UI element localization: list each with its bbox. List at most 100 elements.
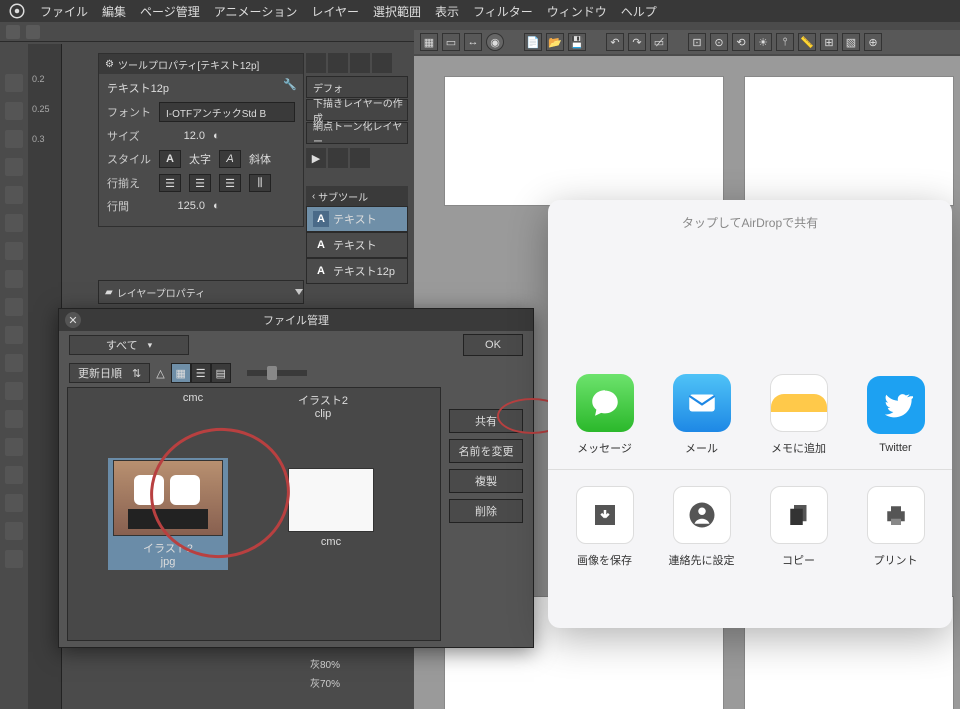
tool-line-icon[interactable] <box>5 466 23 484</box>
align-center-icon[interactable]: ☰ <box>189 174 211 192</box>
tool-pen-icon[interactable] <box>5 186 23 204</box>
save-icon[interactable]: 💾 <box>568 33 586 51</box>
menu-help[interactable]: ヘルプ <box>621 3 657 20</box>
rename-button[interactable]: 名前を変更 <box>449 439 523 463</box>
ok-button[interactable]: OK <box>463 334 523 356</box>
action-print[interactable]: プリント <box>856 486 936 568</box>
clear-icon[interactable]: ▭̸ <box>650 33 668 51</box>
proof-icon[interactable]: ☀ <box>754 33 772 51</box>
align-right-icon[interactable]: ☰ <box>219 174 241 192</box>
chevron-down-icon[interactable] <box>295 289 303 295</box>
bold-button[interactable]: A <box>159 150 181 168</box>
panel-tab-icon[interactable] <box>350 53 370 73</box>
share-app-messages[interactable]: メッセージ <box>565 374 645 456</box>
action-save-image[interactable]: 画像を保存 <box>565 486 645 568</box>
menu-file[interactable]: ファイル <box>40 3 88 20</box>
list-view-icon[interactable]: ☰ <box>191 363 211 383</box>
ruler-icon[interactable]: 📏 <box>798 33 816 51</box>
tool-eraser-icon[interactable] <box>5 242 23 260</box>
canvas-page[interactable] <box>744 76 954 206</box>
airdrop-section[interactable]: タップしてAirDropで共有 <box>548 200 952 360</box>
subtool-item[interactable]: Aテキスト12p <box>306 258 408 284</box>
file-thumb[interactable]: イラスト2 clip <box>288 387 358 420</box>
tool-move-icon[interactable] <box>5 74 23 92</box>
detail-view-icon[interactable]: ▤ <box>211 363 231 383</box>
flip-icon[interactable]: ↔ <box>464 33 482 51</box>
menu-edit[interactable]: 編集 <box>102 3 126 20</box>
stop-icon[interactable] <box>328 148 348 168</box>
play-icon[interactable]: ▶ <box>306 148 326 168</box>
action-item[interactable]: 網点トーン化レイヤー <box>306 122 408 144</box>
menu-view[interactable]: 表示 <box>435 3 459 20</box>
wrench-icon[interactable]: 🔧 <box>283 78 297 91</box>
tone-item[interactable]: 灰80% <box>306 654 406 673</box>
strip-btn[interactable] <box>6 25 20 39</box>
sort-dropdown[interactable]: 更新日順⇅ <box>69 363 150 383</box>
persp-icon[interactable]: ▧ <box>842 33 860 51</box>
strip-btn[interactable] <box>26 25 40 39</box>
share-app-mail[interactable]: メール <box>662 374 742 456</box>
grid-view-icon[interactable]: ▦ <box>171 363 191 383</box>
snap-icon[interactable]: ⫯ <box>776 33 794 51</box>
sort-dir-icon[interactable]: △ <box>156 367 164 380</box>
font-select[interactable]: I-OTFアンチックStd B <box>159 102 295 122</box>
menu-layer[interactable]: レイヤー <box>311 3 359 20</box>
sym-icon[interactable]: ⊕ <box>864 33 882 51</box>
tool-zoom-icon[interactable] <box>5 130 23 148</box>
chevron-left-icon[interactable]: ‹ <box>312 191 315 202</box>
file-thumb[interactable]: cmc <box>288 468 374 548</box>
menu-filter[interactable]: フィルター <box>473 3 533 20</box>
grid2-icon[interactable]: ⊞ <box>820 33 838 51</box>
close-button[interactable]: ✕ <box>65 312 81 328</box>
tool-blend-icon[interactable] <box>5 410 23 428</box>
canvas-page[interactable] <box>444 76 724 206</box>
tool-text-icon[interactable] <box>5 326 23 344</box>
menu-anim[interactable]: アニメーション <box>214 3 298 20</box>
align-dist-icon[interactable]: ⫼ <box>249 174 271 192</box>
panel-tab-icon[interactable] <box>372 53 392 73</box>
panel-tab-icon[interactable] <box>306 53 326 73</box>
file-thumb[interactable]: cmc <box>158 387 228 404</box>
panel-tab-icon[interactable] <box>328 53 348 73</box>
delete-button[interactable]: 削除 <box>449 499 523 523</box>
duplicate-button[interactable]: 複製 <box>449 469 523 493</box>
italic-button[interactable]: A <box>219 150 241 168</box>
action-assign-contact[interactable]: 連絡先に設定 <box>662 486 742 568</box>
single-icon[interactable]: ▭ <box>442 33 460 51</box>
redo-icon[interactable]: ↷ <box>628 33 646 51</box>
align-left-icon[interactable]: ☰ <box>159 174 181 192</box>
tool-gradient-icon[interactable] <box>5 298 23 316</box>
new-icon[interactable]: 📄 <box>524 33 542 51</box>
tool-hand-icon[interactable] <box>5 102 23 120</box>
spiral-icon[interactable]: ◉ <box>486 33 504 51</box>
zoom-slider[interactable] <box>247 370 307 376</box>
file-thumb-selected[interactable]: イラスト2 jpg <box>108 458 228 570</box>
action-copy[interactable]: コピー <box>759 486 839 568</box>
filter-dropdown[interactable]: すべて <box>69 335 189 355</box>
tool-select-icon[interactable] <box>5 158 23 176</box>
rec-icon[interactable] <box>350 148 370 168</box>
share-app-notes[interactable]: メモに追加 <box>759 374 839 456</box>
tool-brush-icon[interactable] <box>5 214 23 232</box>
share-button[interactable]: 共有 <box>449 409 523 433</box>
grid-icon[interactable]: ▦ <box>420 33 438 51</box>
zoom-fit-icon[interactable]: ⊡ <box>688 33 706 51</box>
undo-icon[interactable]: ↶ <box>606 33 624 51</box>
menu-window[interactable]: ウィンドウ <box>547 3 607 20</box>
tool-frame-icon[interactable] <box>5 494 23 512</box>
share-app-twitter[interactable]: Twitter <box>856 376 936 454</box>
subtool-item[interactable]: Aテキスト <box>306 206 408 232</box>
menu-page[interactable]: ページ管理 <box>140 3 200 20</box>
menu-select[interactable]: 選択範囲 <box>373 3 421 20</box>
zoom-reset-icon[interactable]: ⊙ <box>710 33 728 51</box>
subtool-item[interactable]: Aテキスト <box>306 232 408 258</box>
open-icon[interactable]: 📂 <box>546 33 564 51</box>
tool-fill-icon[interactable] <box>5 270 23 288</box>
linegap-value[interactable]: 125.0 <box>159 200 205 212</box>
tone-item[interactable]: 灰70% <box>306 673 406 692</box>
tool-blur-icon[interactable] <box>5 438 23 456</box>
rotate-icon[interactable]: ⟲ <box>732 33 750 51</box>
tool-ruler-icon[interactable] <box>5 550 23 568</box>
size-value[interactable]: 12.0 <box>159 130 205 142</box>
tool-eyedrop-icon[interactable] <box>5 382 23 400</box>
